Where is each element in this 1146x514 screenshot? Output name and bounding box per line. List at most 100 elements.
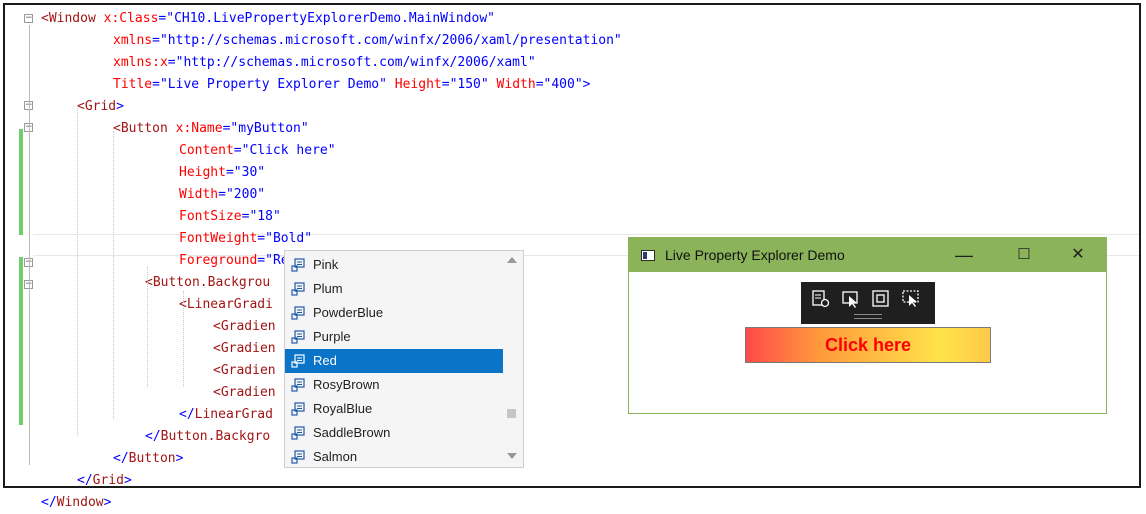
click-here-button[interactable]: Click here: [745, 327, 991, 363]
code-token: Window: [56, 495, 104, 510]
app-titlebar[interactable]: Live Property Explorer Demo — ☐ ✕: [629, 238, 1106, 272]
code-token: Click here: [249, 143, 328, 158]
code-line[interactable]: FontWeight="Bold": [179, 228, 312, 250]
code-token: >: [123, 473, 132, 488]
completion-item[interactable]: Purple: [285, 325, 503, 349]
code-line[interactable]: Content="Click here": [179, 140, 336, 162]
minimize-button[interactable]: —: [941, 238, 987, 272]
display-layout-adorners-icon[interactable]: [840, 288, 862, 310]
property-value-icon: [291, 330, 305, 344]
code-line[interactable]: <Window x:Class="CH10.LivePropertyExplor…: [41, 8, 495, 30]
property-value-icon: [291, 378, 305, 392]
code-line[interactable]: <Button.Backgrou: [145, 272, 270, 294]
scroll-up-arrow-icon[interactable]: [507, 257, 517, 263]
completion-item[interactable]: Plum: [285, 277, 503, 301]
code-token: </: [113, 451, 129, 466]
code-token: Width: [496, 77, 536, 92]
code-token: ": [300, 121, 309, 136]
code-line[interactable]: </Grid>: [77, 470, 132, 492]
code-token: myButton: [238, 121, 301, 136]
in-app-debug-toolbar: [801, 282, 935, 324]
code-line[interactable]: </LinearGrad: [179, 404, 273, 426]
code-token: =": [225, 165, 242, 180]
completion-item-label: RosyBrown: [313, 377, 380, 392]
completion-item-label: Red: [313, 353, 337, 368]
completion-item[interactable]: Pink: [285, 253, 503, 277]
code-token: <Gradien: [213, 363, 276, 378]
code-token: Height: [394, 77, 442, 92]
code-token: Button: [128, 451, 176, 466]
property-value-icon: [291, 306, 305, 320]
code-token: 200: [233, 187, 258, 202]
code-line[interactable]: Title="Live Property Explorer Demo" Heig…: [113, 74, 590, 96]
completion-item-label: SaddleBrown: [313, 425, 391, 440]
code-token: <Gradien: [213, 341, 276, 356]
code-line[interactable]: <Button x:Name="myButton": [113, 118, 309, 140]
code-token: </: [77, 473, 93, 488]
code-token: =": [167, 55, 184, 70]
intellisense-popup[interactable]: Pink Plum PowderBlue Purple Red RosyBrown Roya…: [284, 250, 524, 468]
code-token: ": [527, 55, 536, 70]
code-line[interactable]: xmlns:x="http://schemas.microsoft.com/wi…: [113, 52, 536, 74]
code-line[interactable]: </Button.Backgro: [145, 426, 270, 448]
scrollbar-thumb[interactable]: [507, 409, 516, 418]
code-token: >: [116, 99, 124, 114]
code-line[interactable]: </Button>: [113, 448, 183, 470]
property-value-icon: [291, 426, 305, 440]
code-token: 30: [241, 165, 258, 180]
completion-item-label: Salmon: [313, 449, 358, 464]
code-token: ": [257, 165, 266, 180]
completion-item-label: RoyalBlue: [313, 401, 373, 416]
completion-item-label: Pink: [313, 257, 339, 272]
completion-item[interactable]: RosyBrown: [285, 373, 503, 397]
code-token: Button.Backgro: [160, 429, 271, 444]
code-token: =": [257, 231, 273, 246]
code-line[interactable]: xmlns="http://schemas.microsoft.com/winf…: [113, 30, 622, 52]
maximize-icon: ☐: [1017, 246, 1031, 263]
code-token: </: [41, 495, 57, 510]
code-token: CH10.LivePropertyExplorerDemo.MainWindow: [174, 11, 488, 26]
code-token: Grid: [92, 473, 124, 488]
close-button[interactable]: ✕: [1055, 238, 1101, 272]
code-token: ": [480, 77, 497, 92]
select-element-icon[interactable]: [810, 288, 832, 310]
code-token: x:Name: [175, 121, 223, 136]
app-window-title: Live Property Explorer Demo: [665, 247, 845, 263]
maximize-button[interactable]: ☐: [1001, 238, 1047, 272]
code-token: LinearGrad: [194, 407, 273, 422]
indent-guide: [147, 267, 148, 387]
minimize-icon: —: [955, 245, 973, 265]
track-focused-element-icon[interactable]: [870, 288, 892, 310]
code-line[interactable]: <Grid>: [77, 96, 124, 118]
code-line[interactable]: Height="30": [179, 162, 265, 184]
code-line[interactable]: Width="200": [179, 184, 265, 206]
code-token: Content: [179, 143, 234, 158]
completion-item[interactable]: RoyalBlue: [285, 397, 503, 421]
code-token: <Window: [41, 11, 104, 26]
code-token: Foreground: [179, 253, 258, 268]
preview-selection-icon[interactable]: [900, 288, 922, 310]
property-value-icon: [291, 402, 305, 416]
completion-item[interactable]: SaddleBrown: [285, 421, 503, 445]
app-window[interactable]: Live Property Explorer Demo — ☐ ✕ Click …: [628, 237, 1107, 414]
code-token: <Button.Backgrou: [145, 275, 271, 290]
property-value-icon: [291, 282, 305, 296]
code-token: =": [441, 77, 458, 92]
code-token: FontWeight: [179, 231, 258, 246]
code-token: ": [272, 209, 281, 224]
toolbar-drag-handle[interactable]: [854, 314, 882, 319]
code-token: =": [233, 143, 250, 158]
scroll-down-arrow-icon[interactable]: [507, 453, 517, 459]
code-token: <LinearGradi: [179, 297, 273, 312]
collapse-toggle-icon[interactable]: −: [24, 14, 33, 23]
code-line[interactable]: </Window>: [41, 492, 111, 514]
code-token: http://schemas.microsoft.com/winfx/2006/…: [167, 33, 614, 48]
code-token: ": [327, 143, 336, 158]
completion-item[interactable]: PowderBlue: [285, 301, 503, 325]
completion-item[interactable]: Red: [285, 349, 503, 373]
code-line[interactable]: <LinearGradi: [179, 294, 273, 316]
code-token: >: [175, 451, 184, 466]
close-icon: ✕: [1071, 246, 1085, 263]
code-line[interactable]: FontSize="18": [179, 206, 281, 228]
completion-item[interactable]: Salmon: [285, 445, 503, 469]
